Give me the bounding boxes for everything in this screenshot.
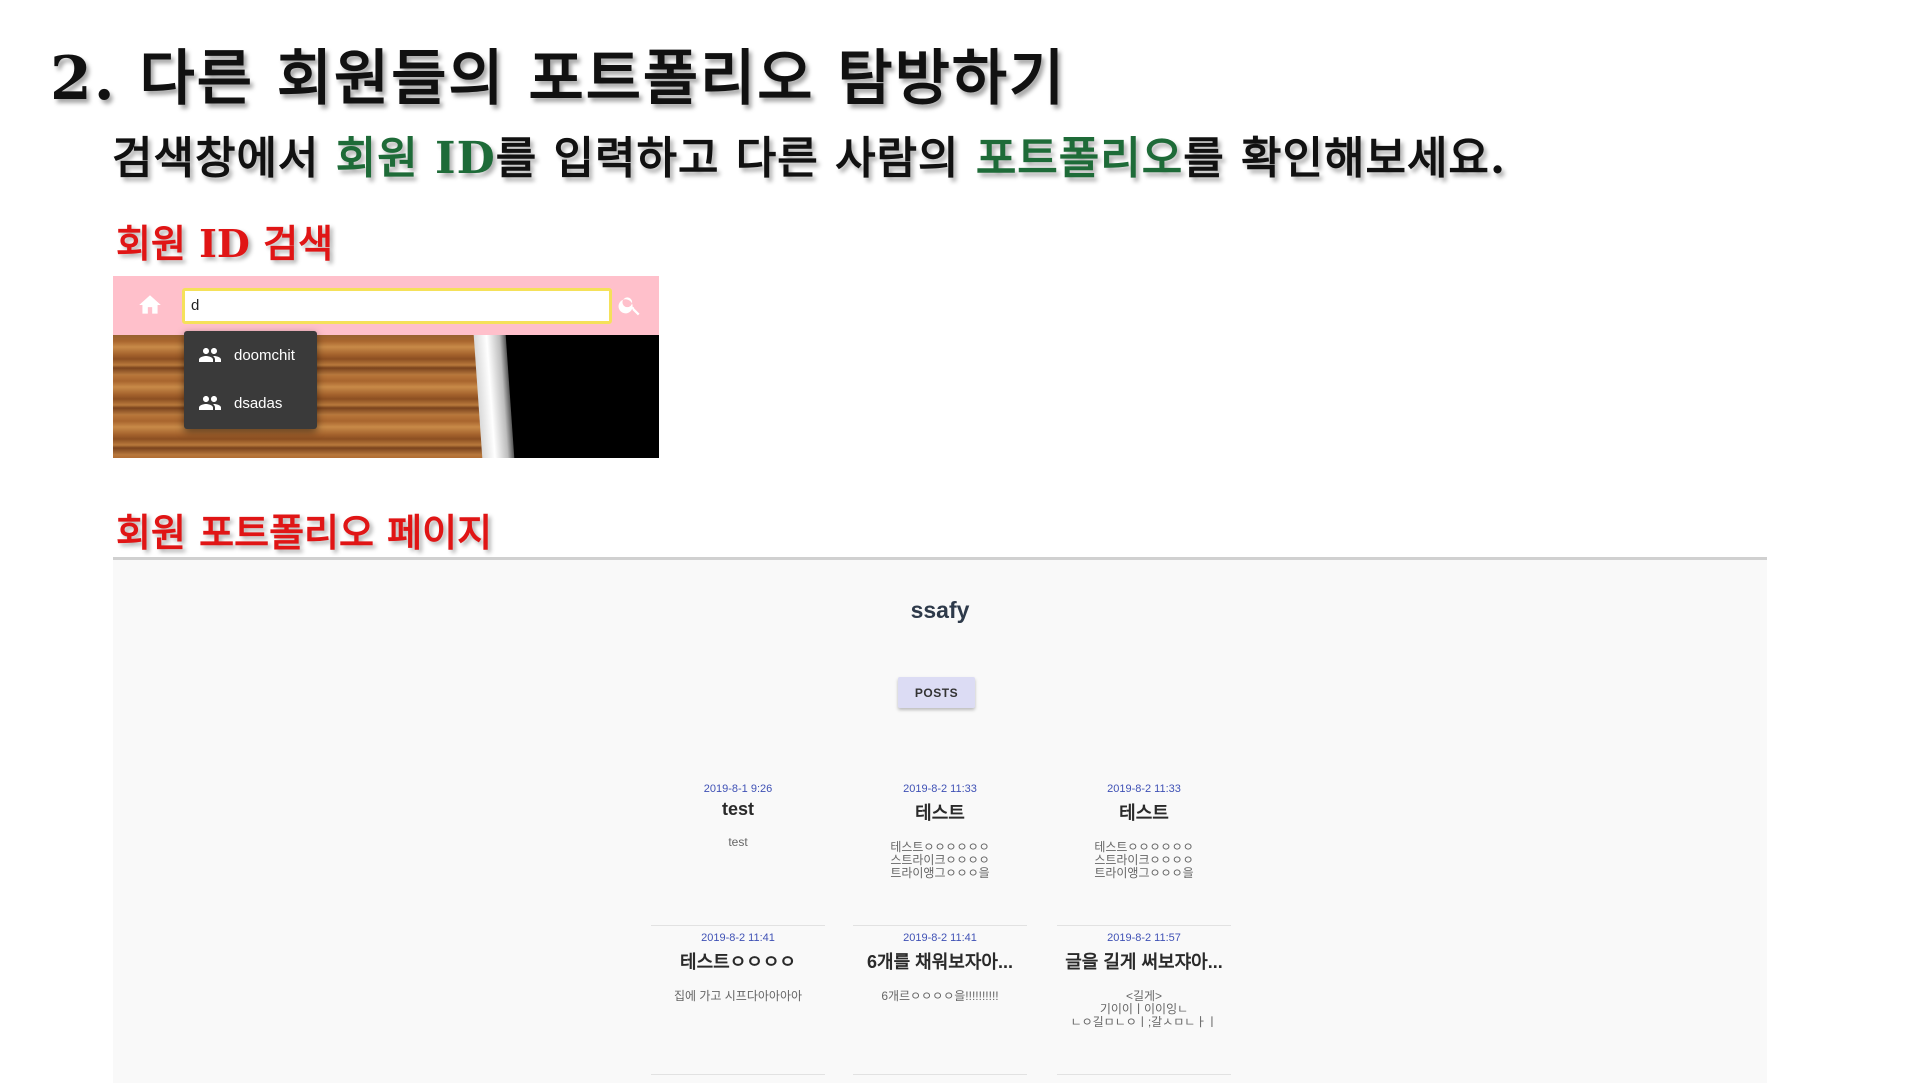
search-icon[interactable] [617,292,643,318]
post-title: 테스트 [1119,803,1169,823]
search-result-label: dsadas [234,394,283,412]
portfolio-user-name: ssafy [910,597,970,623]
slide-subtitle: 검색창에서 회원 ID를 입력하고 다른 사람의 포트폴리오를 확인해보세요. [112,122,1506,186]
search-section-label: 회원 ID 검색 [116,221,334,266]
search-results-dropdown: doomchit dsadas [184,331,317,429]
subtitle-highlight-portfolio: 포트폴리오 [975,133,1184,184]
post-body: 집에 가고 시프다아아아아 [673,989,803,1003]
search-result-label: doomchit [234,346,295,364]
post-date: 2019-8-2 11:57 [1107,932,1181,944]
posts-button[interactable]: POSTS [898,677,975,708]
search-result-item[interactable]: doomchit [184,331,317,379]
search-input[interactable]: d [182,288,612,324]
post-card[interactable]: 2019-8-2 11:41 테스트ㅇㅇㅇㅇ 집에 가고 시프다아아아아 [651,926,825,1075]
post-card[interactable]: 2019-8-2 11:33 테스트 테스트ㅇㅇㅇㅇㅇㅇ 스트라이크ㅇㅇㅇㅇ 트… [1057,777,1231,926]
home-icon[interactable] [137,292,163,318]
search-screenshot: d doomchit dsadas [113,276,659,458]
post-card[interactable]: 2019-8-2 11:33 테스트 테스트ㅇㅇㅇㅇㅇㅇ 스트라이크ㅇㅇㅇㅇ 트… [853,777,1027,926]
post-card[interactable]: 2019-8-2 11:41 6개를 채워보자아... 6개르ㅇㅇㅇㅇ을!!!!… [853,926,1027,1075]
post-body: test [728,835,748,849]
post-body: 테스트ㅇㅇㅇㅇㅇㅇ 스트라이크ㅇㅇㅇㅇ 트라이앵그ㅇㅇㅇ을 [890,840,990,880]
post-date: 2019-8-2 11:33 [1107,783,1181,795]
post-body: <길게> 기이이ㅣ이이잉ㄴ ㄴㅇ길ㅁㄴㅇㅣ;갈ㅅㅁㄴㅏㅣ [1070,989,1218,1029]
post-date: 2019-8-2 11:41 [701,932,775,944]
slide-title: 2. 다른 회원들의 포트폴리오 탐방하기 [50,44,1067,114]
subtitle-text-2: 를 입력하고 다른 사람의 [495,133,976,184]
post-title: 글을 길게 써보쟈아... [1065,952,1223,972]
search-result-item[interactable]: dsadas [184,379,317,427]
post-title: 6개를 채워보자아... [867,952,1013,972]
people-icon [199,348,221,362]
subtitle-text-1: 검색창에서 [112,133,336,184]
post-date: 2019-8-2 11:41 [903,932,977,944]
post-date: 2019-8-2 11:33 [903,783,977,795]
post-body: 6개르ㅇㅇㅇㅇ을!!!!!!!!!! [881,989,999,1003]
subtitle-highlight-member-id: 회원 ID [335,133,496,184]
post-title: 테스트 [915,803,965,823]
post-title: 테스트ㅇㅇㅇㅇ [680,952,796,972]
post-card[interactable]: 2019-8-2 11:57 글을 길게 써보쟈아... <길게> 기이이ㅣ이이… [1057,926,1231,1075]
portfolio-section-label: 회원 포트폴리오 페이지 [116,510,493,555]
post-date: 2019-8-1 9:26 [703,783,773,795]
post-title: test [721,799,754,819]
app-toolbar: d [113,276,659,335]
portfolio-screenshot: ssafy POSTS 2019-8-1 9:26 test test 2019… [113,557,1767,1083]
post-body: 테스트ㅇㅇㅇㅇㅇㅇ 스트라이크ㅇㅇㅇㅇ 트라이앵그ㅇㅇㅇ을 [1094,840,1194,880]
subtitle-text-3: 를 확인해보세요. [1183,133,1507,184]
post-card[interactable]: 2019-8-1 9:26 test test [651,777,825,926]
people-icon [199,396,221,410]
